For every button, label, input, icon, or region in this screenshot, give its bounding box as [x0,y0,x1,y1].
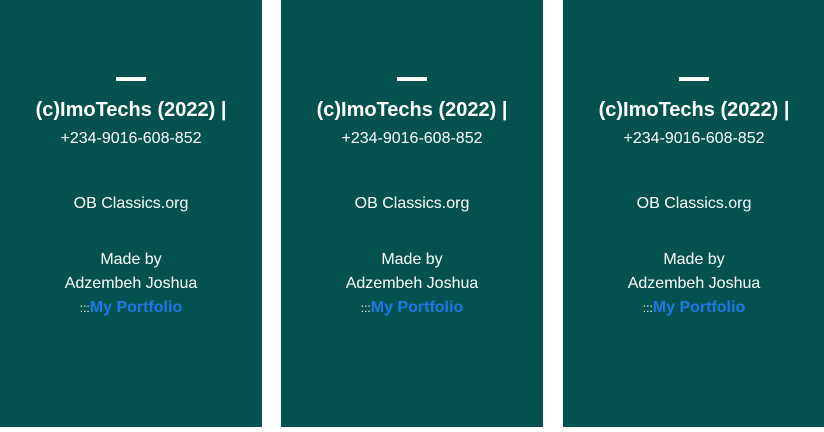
phone-number: +234-9016-608-852 [623,130,765,147]
separator-text: ::: [360,301,371,315]
copyright-text: (c)ImoTechs (2022) | [316,99,508,121]
portfolio-link[interactable]: My Portfolio [653,299,745,316]
made-by-label: Made by [100,251,162,268]
credits: Made by Adzembeh Joshua :::My Portfolio [563,248,824,320]
divider-dash [116,77,146,81]
author-name: Adzembeh Joshua [627,275,761,292]
made-by-label: Made by [663,251,725,268]
portfolio-link[interactable]: My Portfolio [90,299,182,316]
separator-text: ::: [642,301,653,315]
divider-dash [397,77,427,81]
footer-panel: (c)ImoTechs (2022) | +234-9016-608-852 O… [281,0,543,427]
phone-number: +234-9016-608-852 [60,130,202,147]
separator-text: ::: [79,301,90,315]
footer-panel: (c)ImoTechs (2022) | +234-9016-608-852 O… [0,0,262,427]
credits: Made by Adzembeh Joshua :::My Portfolio [281,248,543,320]
credits: Made by Adzembeh Joshua :::My Portfolio [0,248,262,320]
site-name: OB Classics.org [73,195,189,212]
portfolio-line: :::My Portfolio [281,296,543,320]
phone-number: +234-9016-608-852 [341,130,483,147]
portfolio-line: :::My Portfolio [563,296,824,320]
divider-dash [679,77,709,81]
author-name: Adzembeh Joshua [345,275,479,292]
copyright-text: (c)ImoTechs (2022) | [35,99,227,121]
footer-panel: (c)ImoTechs (2022) | +234-9016-608-852 O… [563,0,824,427]
site-name: OB Classics.org [636,195,752,212]
made-by-label: Made by [381,251,443,268]
copyright-text: (c)ImoTechs (2022) | [598,99,790,121]
author-name: Adzembeh Joshua [64,275,198,292]
portfolio-line: :::My Portfolio [0,296,262,320]
site-name: OB Classics.org [354,195,470,212]
footer-panels: (c)ImoTechs (2022) | +234-9016-608-852 O… [0,0,824,432]
portfolio-link[interactable]: My Portfolio [371,299,463,316]
